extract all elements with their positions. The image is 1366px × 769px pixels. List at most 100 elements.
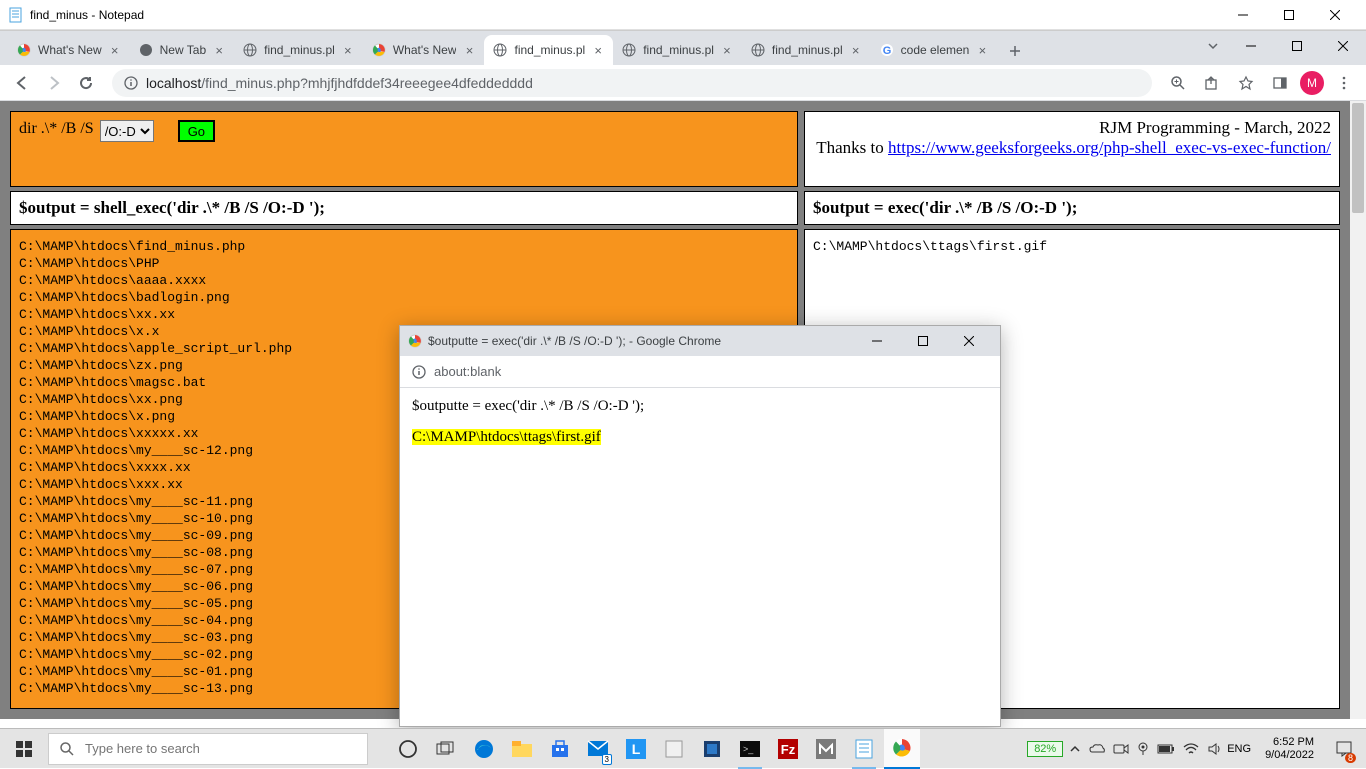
tab-close-icon[interactable]: ×	[462, 43, 476, 57]
credit-prefix: Thanks to	[816, 138, 888, 157]
meet-now-icon[interactable]	[1113, 743, 1129, 755]
notepad-titlebar: find_minus - Notepad	[0, 0, 1366, 30]
app-l-icon[interactable]: L	[618, 729, 654, 769]
browser-tab[interactable]: New Tab ×	[130, 35, 234, 65]
chrome-close-button[interactable]	[1320, 31, 1366, 61]
tray-chevron-icon[interactable]	[1069, 743, 1081, 755]
file-explorer-icon[interactable]	[504, 729, 540, 769]
new-tab-button[interactable]	[1001, 37, 1029, 65]
popup-title: $outputte = exec('dir .\* /B /S /O:-D ')…	[428, 334, 854, 348]
bookmark-icon[interactable]	[1232, 69, 1260, 97]
system-tray: 82% ENG 6:52 PM 9/04/2022 8	[1027, 729, 1366, 769]
credit-link[interactable]: https://www.geeksforgeeks.org/php-shell_…	[888, 138, 1331, 157]
tab-title: New Tab	[160, 43, 206, 57]
profile-avatar[interactable]: M	[1300, 71, 1324, 95]
clock[interactable]: 6:52 PM 9/04/2022	[1265, 736, 1314, 762]
forward-button[interactable]	[40, 69, 68, 97]
page-scrollbar[interactable]	[1350, 101, 1366, 719]
unknown-app-icon[interactable]	[656, 729, 692, 769]
close-button[interactable]	[1312, 0, 1358, 30]
popup-close-button[interactable]	[946, 326, 992, 356]
scroll-thumb[interactable]	[1352, 103, 1364, 213]
location-icon[interactable]	[1137, 742, 1149, 756]
address-bar[interactable]: localhost/find_minus.php?mhjfjhdfddef34r…	[112, 69, 1152, 97]
taskbar: 3 L >_ Fz 82% ENG 6:52 PM 9/04/2022 8	[0, 728, 1366, 768]
search-input[interactable]	[85, 741, 357, 756]
reload-button[interactable]	[72, 69, 100, 97]
dir-sort-select[interactable]: /O:-D	[100, 120, 154, 142]
tab-close-icon[interactable]: ×	[591, 43, 605, 57]
minimize-button[interactable]	[1220, 0, 1266, 30]
tab-close-icon[interactable]: ×	[975, 43, 989, 57]
tab-search-button[interactable]	[1198, 40, 1228, 52]
maximize-button[interactable]	[1266, 0, 1312, 30]
notepad-icon	[8, 7, 24, 23]
info-icon[interactable]	[412, 365, 426, 379]
browser-tab[interactable]: find_minus.pl×	[234, 35, 363, 65]
notepad-taskbar-icon[interactable]	[846, 729, 882, 769]
tab-close-icon[interactable]: ×	[849, 43, 863, 57]
popup-minimize-button[interactable]	[854, 326, 900, 356]
tab-title: find_minus.pl	[643, 43, 714, 57]
chrome-minimize-button[interactable]	[1228, 31, 1274, 61]
svg-text:>_: >_	[743, 744, 754, 754]
credit-line: RJM Programming - March, 2022	[813, 118, 1331, 138]
popup-maximize-button[interactable]	[900, 326, 946, 356]
virtualbox-icon[interactable]	[694, 729, 730, 769]
notification-badge: 8	[1345, 753, 1356, 763]
terminal-icon[interactable]: >_	[732, 729, 768, 769]
zoom-icon[interactable]	[1164, 69, 1192, 97]
tab-title: What's New	[38, 43, 102, 57]
taskbar-apps: 3 L >_ Fz	[390, 729, 920, 769]
browser-tab[interactable]: What's New×	[363, 35, 485, 65]
site-info-icon[interactable]	[124, 76, 138, 90]
chrome-favicon-icon	[408, 334, 422, 348]
chrome-taskbar-icon[interactable]	[884, 729, 920, 769]
google-favicon-icon: G	[879, 42, 895, 58]
go-button[interactable]: Go	[178, 120, 215, 142]
chrome-maximize-button[interactable]	[1274, 31, 1320, 61]
filezilla-icon[interactable]: Fz	[770, 729, 806, 769]
popup-url: about:blank	[434, 364, 501, 379]
taskbar-search[interactable]	[48, 733, 368, 765]
browser-tab[interactable]: What's New ×	[8, 35, 130, 65]
task-view-icon[interactable]	[428, 729, 464, 769]
battery-level[interactable]: 82%	[1027, 741, 1063, 757]
tab-close-icon[interactable]: ×	[720, 43, 734, 57]
mamp-icon[interactable]	[808, 729, 844, 769]
wifi-icon[interactable]	[1183, 743, 1199, 755]
globe-favicon-icon	[750, 42, 766, 58]
globe-favicon-icon	[621, 42, 637, 58]
browser-tab[interactable]: find_minus.pl×	[742, 35, 871, 65]
tab-close-icon[interactable]: ×	[108, 43, 122, 57]
browser-tab[interactable]: find_minus.pl ×	[613, 35, 742, 65]
chrome-toolbar: localhost/find_minus.php?mhjfjhdfddef34r…	[0, 65, 1366, 101]
chrome-favicon-icon	[371, 42, 387, 58]
onedrive-icon[interactable]	[1089, 743, 1105, 755]
notifications-button[interactable]: 8	[1328, 729, 1360, 769]
svg-text:L: L	[632, 741, 641, 757]
chrome-tabstrip: What's New×New Tab×find_minus.pl×What's …	[0, 31, 1366, 65]
volume-icon[interactable]	[1207, 742, 1221, 756]
browser-tab[interactable]: Gcode elemen×	[871, 35, 998, 65]
menu-icon[interactable]	[1330, 69, 1358, 97]
exec-command: $output = exec('dir .\* /B /S /O:-D ');	[804, 191, 1340, 225]
language-indicator[interactable]: ENG	[1227, 743, 1251, 755]
cortana-icon[interactable]	[390, 729, 426, 769]
chrome-window-controls	[1198, 31, 1366, 61]
popup-titlebar[interactable]: $outputte = exec('dir .\* /B /S /O:-D ')…	[400, 326, 1000, 356]
side-panel-icon[interactable]	[1266, 69, 1294, 97]
mail-icon[interactable]: 3	[580, 729, 616, 769]
start-button[interactable]	[0, 729, 48, 769]
browser-tab[interactable]: find_minus.pl×	[484, 35, 613, 65]
url-text: localhost/find_minus.php?mhjfjhdfddef34r…	[146, 75, 533, 91]
store-icon[interactable]	[542, 729, 578, 769]
battery-icon[interactable]	[1157, 744, 1175, 754]
tab-close-icon[interactable]: ×	[212, 43, 226, 57]
share-icon[interactable]	[1198, 69, 1226, 97]
edge-icon[interactable]	[466, 729, 502, 769]
popup-body: $outputte = exec('dir .\* /B /S /O:-D ')…	[400, 388, 1000, 726]
tab-close-icon[interactable]: ×	[341, 43, 355, 57]
dir-command-panel: dir .\* /B /S /O:-D Go	[10, 111, 798, 187]
back-button[interactable]	[8, 69, 36, 97]
